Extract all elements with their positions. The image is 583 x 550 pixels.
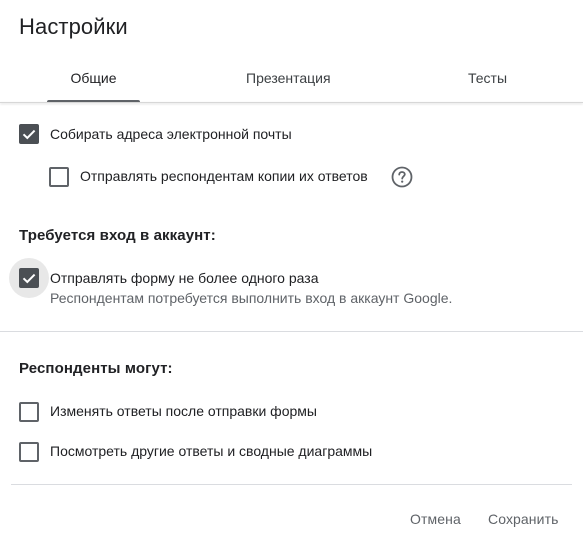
dialog-title: Настройки xyxy=(19,14,128,39)
collect-emails-checkbox[interactable] xyxy=(19,124,39,144)
edit-after-submit-label: Изменять ответы после отправки формы xyxy=(50,403,317,419)
see-summary-checkbox[interactable] xyxy=(19,442,39,462)
help-circle-icon[interactable] xyxy=(391,166,413,188)
send-copies-checkbox[interactable] xyxy=(49,167,69,187)
limit-one-response-hint: Респондентам потребуется выполнить вход … xyxy=(50,290,453,306)
checkmark-icon xyxy=(22,129,36,140)
tab-presentation[interactable]: Презентация xyxy=(246,70,331,86)
save-button[interactable]: Сохранить xyxy=(488,511,558,527)
collect-emails-label: Собирать адреса электронной почты xyxy=(50,126,292,142)
see-summary-label: Посмотреть другие ответы и сводные диагр… xyxy=(50,443,373,459)
respondents-can-heading: Респонденты могут: xyxy=(19,360,173,377)
settings-tabs: Общие Презентация Тесты xyxy=(0,56,583,104)
requires-signin-heading: Требуется вход в аккаунт: xyxy=(19,227,216,244)
tab-general[interactable]: Общие xyxy=(47,70,140,86)
checkmark-icon xyxy=(22,273,36,284)
tab-quizzes[interactable]: Тесты xyxy=(468,70,507,86)
section-divider xyxy=(0,331,583,332)
edit-after-submit-checkbox[interactable] xyxy=(19,402,39,422)
send-copies-label: Отправлять респондентам копии их ответов xyxy=(80,168,368,184)
footer-divider xyxy=(11,484,572,485)
cancel-button[interactable]: Отмена xyxy=(410,511,461,527)
limit-one-response-checkbox[interactable] xyxy=(19,268,39,288)
tabs-divider xyxy=(0,102,583,103)
limit-one-response-label: Отправлять форму не более одного раза xyxy=(50,270,319,286)
